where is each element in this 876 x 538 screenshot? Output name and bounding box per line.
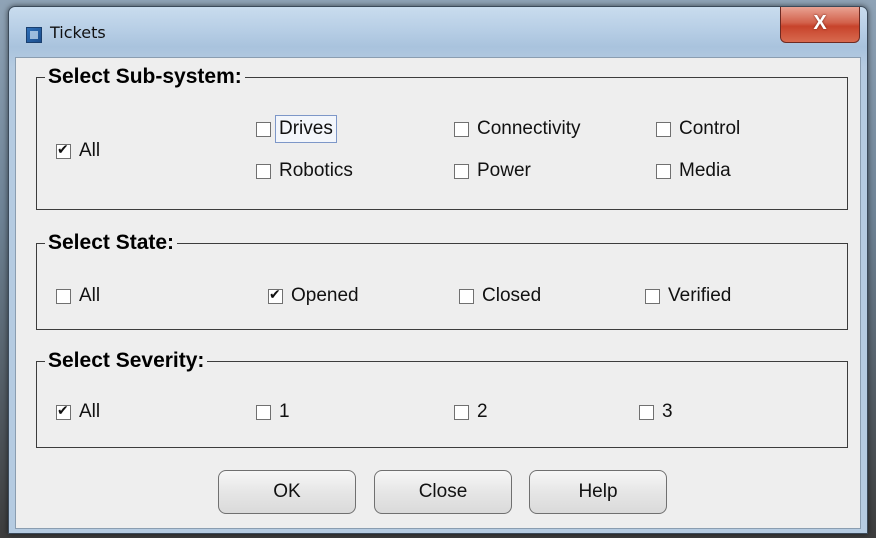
state-verified-checkbox[interactable]: Verified: [645, 285, 731, 307]
checkbox-label: Drives: [275, 115, 337, 143]
checkbox-box[interactable]: [256, 121, 271, 137]
checkbox-label: 1: [279, 401, 290, 422]
checkbox-label: Verified: [668, 285, 732, 306]
severity-3-checkbox[interactable]: 3: [639, 401, 673, 423]
checkbox-label: Robotics: [279, 160, 353, 181]
subsystem-connectivity-checkbox[interactable]: Connectivity: [454, 118, 581, 140]
state-closed-checkbox[interactable]: Closed: [459, 285, 541, 307]
checkbox-label: 2: [477, 401, 488, 422]
checkbox-label: Media: [679, 160, 731, 181]
checkbox-box[interactable]: [268, 287, 283, 304]
state-group: Select State:: [36, 231, 848, 330]
ok-button[interactable]: OK: [218, 470, 356, 514]
state-opened-checkbox[interactable]: Opened: [268, 285, 359, 307]
checkbox-box[interactable]: [639, 404, 654, 420]
severity-2-checkbox[interactable]: 2: [454, 401, 488, 423]
tickets-dialog: Tickets X Select Sub-system: All Drives …: [8, 6, 868, 534]
checkbox-box[interactable]: [256, 163, 271, 179]
checkbox-label: Opened: [291, 285, 359, 306]
checkbox-label: 3: [662, 401, 673, 422]
subsystem-power-checkbox[interactable]: Power: [454, 160, 531, 182]
checkbox-box[interactable]: [56, 142, 71, 159]
subsystem-all-checkbox[interactable]: All: [56, 140, 100, 162]
checkbox-box[interactable]: [459, 288, 474, 304]
checkbox-box[interactable]: [645, 288, 660, 304]
state-legend: Select State:: [48, 231, 175, 254]
subsystem-control-checkbox[interactable]: Control: [656, 118, 740, 140]
checkbox-label: Control: [679, 118, 741, 139]
dialog-content: Select Sub-system: All Drives Connectivi…: [15, 57, 861, 529]
checkbox-box[interactable]: [56, 288, 71, 304]
checkbox-box[interactable]: [656, 121, 671, 137]
close-button[interactable]: Close: [374, 470, 512, 514]
checkbox-box[interactable]: [454, 163, 469, 179]
checkbox-label: Closed: [482, 285, 542, 306]
checkbox-box[interactable]: [454, 121, 469, 137]
checkbox-label: All: [79, 285, 101, 306]
subsystem-legend: Select Sub-system:: [48, 65, 242, 88]
help-button[interactable]: Help: [529, 470, 667, 514]
checkbox-box[interactable]: [656, 163, 671, 179]
subsystem-media-checkbox[interactable]: Media: [656, 160, 731, 182]
checkbox-box[interactable]: [256, 404, 271, 420]
severity-1-checkbox[interactable]: 1: [256, 401, 290, 423]
severity-group: Select Severity:: [36, 349, 848, 448]
severity-legend: Select Severity:: [48, 349, 205, 372]
checkbox-box[interactable]: [56, 403, 71, 420]
subsystem-robotics-checkbox[interactable]: Robotics: [256, 160, 353, 182]
title-bar[interactable]: Tickets X: [9, 7, 867, 57]
checkbox-label: Power: [477, 160, 531, 181]
close-icon: X: [813, 12, 827, 34]
checkbox-label: Connectivity: [477, 118, 581, 139]
window-close-button[interactable]: X: [780, 7, 860, 43]
checkbox-box[interactable]: [454, 404, 469, 420]
checkbox-label: All: [79, 401, 101, 422]
subsystem-drives-checkbox[interactable]: Drives: [256, 115, 337, 143]
severity-all-checkbox[interactable]: All: [56, 401, 100, 423]
checkbox-label: All: [79, 140, 101, 161]
state-all-checkbox[interactable]: All: [56, 285, 100, 307]
window-title: Tickets: [50, 23, 106, 42]
app-icon: [26, 27, 42, 43]
